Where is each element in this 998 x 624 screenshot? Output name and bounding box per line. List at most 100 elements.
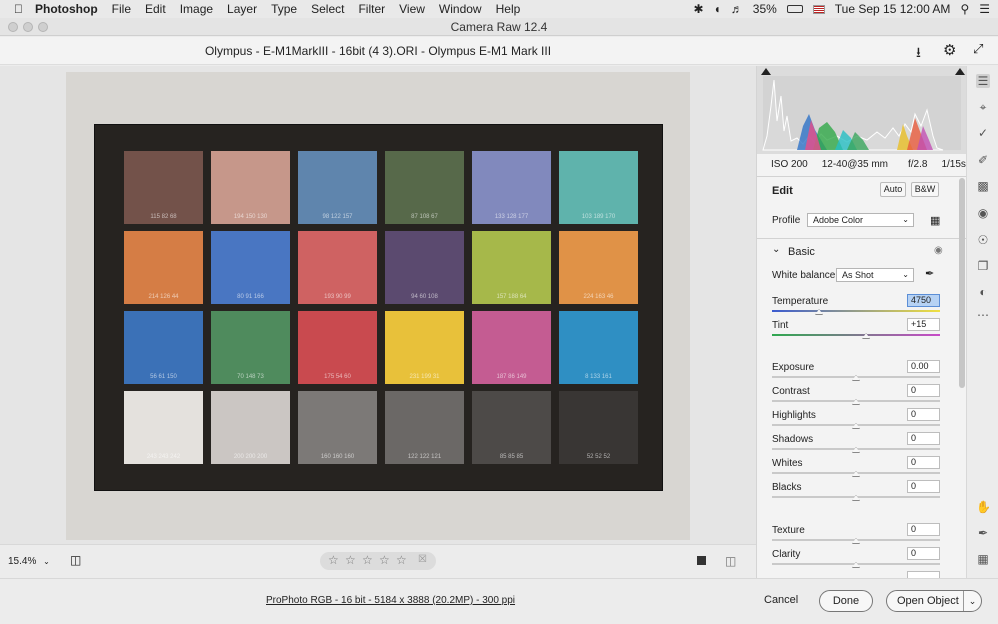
- healing-icon[interactable]: ✓: [976, 126, 990, 140]
- bluetooth-icon[interactable]: ✱: [693, 2, 703, 16]
- filmstrip-icon[interactable]: ◫: [70, 553, 81, 567]
- chevron-down-icon[interactable]: ⌄: [963, 591, 981, 611]
- clock[interactable]: Tue Sep 15 12:00 AM: [835, 2, 951, 16]
- menu-select[interactable]: Select: [311, 2, 344, 16]
- white-balance-select[interactable]: As Shot ⌄: [836, 268, 914, 282]
- color-patch: 122 122 121: [385, 391, 464, 464]
- star-icon[interactable]: ☆: [328, 553, 339, 567]
- eye-icon[interactable]: ◉: [934, 245, 943, 256]
- menu-type[interactable]: Type: [271, 2, 297, 16]
- presets-icon[interactable]: ◐: [976, 285, 990, 299]
- whites-label: Whites: [772, 458, 803, 469]
- volume-icon[interactable]: ♬: [731, 2, 743, 16]
- snapshots-icon[interactable]: ❐: [976, 259, 990, 273]
- apple-icon[interactable]: : [14, 2, 23, 16]
- exposure-value-input[interactable]: 0.00: [907, 360, 940, 373]
- menu-window[interactable]: Window: [439, 2, 482, 16]
- compare-view-icon[interactable]: ◫: [725, 554, 736, 568]
- open-object-button[interactable]: Open Object ⌄: [886, 590, 982, 612]
- tool-strip: ☰ ⌖ ✓ ✐ ▩ ◉ ☉ ❐ ◐ ⋯ ✋ ✒ ▦: [966, 66, 998, 578]
- preview-toggle-icon[interactable]: [697, 556, 706, 565]
- patch-label: 8 133 161: [585, 374, 612, 380]
- edit-sliders-icon[interactable]: ☰: [976, 74, 990, 88]
- gear-icon[interactable]: ⚙: [943, 41, 956, 59]
- star-icon[interactable]: ☆: [379, 553, 390, 567]
- temperature-slider-track[interactable]: [772, 310, 940, 312]
- star-icon[interactable]: ☆: [345, 553, 356, 567]
- basic-section-title[interactable]: Basic: [788, 246, 815, 258]
- tint-value-input[interactable]: +15: [907, 318, 940, 331]
- image-preview-area[interactable]: 115 82 68 194 150 130 98 122 157 87 108 67 1…: [0, 66, 756, 544]
- highlights-value-input[interactable]: 0: [907, 408, 940, 421]
- panel-divider: [757, 238, 966, 239]
- close-window-button[interactable]: [8, 22, 18, 32]
- bw-button[interactable]: B&W: [911, 182, 939, 197]
- redeye-icon[interactable]: ☉: [976, 233, 990, 247]
- star-icon[interactable]: ☆: [362, 553, 373, 567]
- chevron-down-icon: ⌄: [902, 215, 909, 224]
- next-slider-value-input[interactable]: [907, 571, 940, 578]
- menu-filter[interactable]: Filter: [358, 2, 385, 16]
- temperature-value-input[interactable]: 4750: [907, 294, 940, 307]
- radial-icon[interactable]: ◉: [976, 206, 990, 220]
- hand-icon[interactable]: ✋: [976, 500, 991, 514]
- chevron-down-icon: ⌄: [902, 270, 909, 279]
- color-patch: 98 122 157: [298, 151, 377, 224]
- menu-layer[interactable]: Layer: [227, 2, 257, 16]
- menu-icon[interactable]: ☰: [979, 2, 990, 16]
- blacks-value-input[interactable]: 0: [907, 480, 940, 493]
- patch-label: 94 60 108: [411, 294, 438, 300]
- chevron-down-icon[interactable]: ⌄: [772, 244, 780, 255]
- battery-text[interactable]: 35%: [753, 2, 777, 16]
- color-patch: 214 126 44: [124, 231, 203, 304]
- color-patch: 193 90 99: [298, 231, 377, 304]
- edit-panel: ISO 200 12-40@35 mm f/2.8 1/15s Edit Aut…: [756, 66, 966, 578]
- zoom-window-button[interactable]: [38, 22, 48, 32]
- profile-select[interactable]: Adobe Color ⌄: [807, 213, 914, 227]
- menu-app[interactable]: Photoshop: [35, 2, 98, 16]
- menu-edit[interactable]: Edit: [145, 2, 166, 16]
- texture-value-input[interactable]: 0: [907, 523, 940, 536]
- color-sampler-icon[interactable]: ✒: [976, 526, 990, 540]
- color-patch: 231 199 31: [385, 311, 464, 384]
- patch-label: 115 82 68: [150, 214, 177, 220]
- color-patch: 8 133 161: [559, 311, 638, 384]
- zoom-select[interactable]: 15.4% ⌄: [8, 556, 50, 567]
- aperture-value: f/2.8: [908, 158, 928, 170]
- minimize-window-button[interactable]: [23, 22, 33, 32]
- star-icon[interactable]: ☆: [396, 553, 407, 567]
- gradient-icon[interactable]: ▩: [976, 179, 990, 193]
- flag-icon[interactable]: [812, 4, 825, 14]
- lens-value: 12-40@35 mm: [821, 158, 888, 170]
- panel-scrollbar[interactable]: [959, 178, 965, 388]
- eyedropper-icon[interactable]: ✒: [925, 267, 934, 280]
- patch-label: 193 90 99: [324, 294, 351, 300]
- cancel-button[interactable]: Cancel: [764, 594, 798, 606]
- menu-help[interactable]: Help: [496, 2, 521, 16]
- profile-browser-icon[interactable]: ▦: [930, 214, 940, 227]
- menu-view[interactable]: View: [399, 2, 425, 16]
- menu-image[interactable]: Image: [180, 2, 213, 16]
- tint-slider-track[interactable]: [772, 334, 940, 336]
- color-patch: 80 91 166: [211, 231, 290, 304]
- brush-icon[interactable]: ✐: [976, 153, 990, 167]
- battery-icon: [786, 5, 803, 13]
- clarity-value-input[interactable]: 0: [907, 547, 940, 560]
- grid-icon[interactable]: ▦: [976, 552, 990, 566]
- shadows-value-input[interactable]: 0: [907, 432, 940, 445]
- patch-label: 56 61 150: [150, 374, 177, 380]
- done-button[interactable]: Done: [819, 590, 873, 612]
- crop-icon[interactable]: ⌖: [976, 100, 990, 114]
- whites-value-input[interactable]: 0: [907, 456, 940, 469]
- patch-label: 231 199 31: [409, 374, 440, 380]
- auto-button[interactable]: Auto: [880, 182, 906, 197]
- fullscreen-icon[interactable]: ⤢: [973, 41, 983, 57]
- workflow-options-link[interactable]: ProPhoto RGB - 16 bit - 5184 x 3888 (20.…: [266, 595, 515, 606]
- search-icon[interactable]: ⚲: [960, 2, 969, 16]
- wifi-icon[interactable]: ◖: [714, 2, 721, 16]
- menu-file[interactable]: File: [112, 2, 131, 16]
- more-icon[interactable]: ⋯: [976, 308, 990, 322]
- trash-icon[interactable]: ☒: [418, 554, 427, 565]
- contrast-value-input[interactable]: 0: [907, 384, 940, 397]
- save-image-icon[interactable]: ⭳: [916, 42, 921, 66]
